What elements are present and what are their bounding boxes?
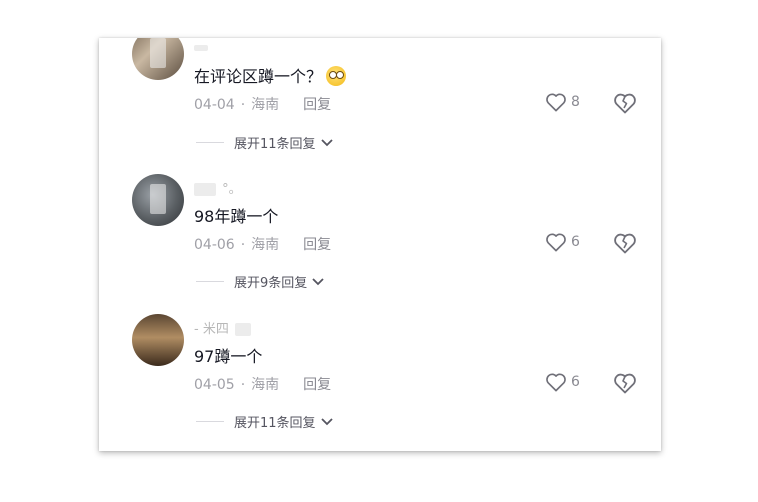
username[interactable] <box>194 40 210 55</box>
username[interactable]: - 米四 <box>194 318 253 337</box>
like-button[interactable]: 8 <box>545 92 580 112</box>
comment-meta: 04-06 · 海南 回复 <box>194 234 331 254</box>
comment-meta: 04-05 · 海南 回复 <box>194 374 331 394</box>
comment-text-content: 97蹲一个 <box>194 347 263 366</box>
avatar[interactable] <box>132 314 184 366</box>
chevron-down-icon <box>320 417 333 425</box>
expand-replies-label: 展开11条回复 <box>234 416 316 431</box>
username-text: - 米四 <box>194 322 229 337</box>
expand-replies-button[interactable]: 展开9条回复 <box>196 272 325 291</box>
broken-heart-icon <box>614 233 636 254</box>
expand-replies-label: 展开9条回复 <box>234 276 308 291</box>
dizzy-face-emoji-icon <box>326 66 347 86</box>
comment-text: 97蹲一个 <box>194 343 262 367</box>
dislike-button[interactable] <box>613 232 637 258</box>
like-count: 6 <box>571 374 580 390</box>
like-count: 6 <box>571 234 580 250</box>
heart-outline-icon <box>546 93 566 112</box>
expand-replies-button[interactable]: 展开11条回复 <box>196 133 334 152</box>
expand-replies-button[interactable]: 展开11条回复 <box>196 412 334 431</box>
comment-meta: 04-04 · 海南 回复 <box>194 94 331 114</box>
comment-text: 98年蹲一个 <box>194 203 278 227</box>
divider-line <box>196 142 224 143</box>
comment-text-content: 98年蹲一个 <box>194 207 279 226</box>
avatar[interactable] <box>132 38 184 80</box>
comment-date: 04-04 <box>194 97 235 113</box>
comment-location: 海南 <box>251 377 280 393</box>
dislike-button[interactable] <box>613 92 637 118</box>
comment-list: 在评论区蹲一个？ 04-04 · 海南 回复 8 展开11条回复 °。 98年蹲一个 … <box>99 38 661 451</box>
dislike-button[interactable] <box>613 372 637 398</box>
separator-dot: · <box>240 377 246 393</box>
heart-outline-icon <box>546 233 566 252</box>
divider-line <box>196 281 224 282</box>
comment-text-content: 在评论区蹲一个？ <box>194 67 323 86</box>
broken-heart-icon <box>614 93 636 114</box>
comment-date: 04-06 <box>194 237 235 253</box>
separator-dot: · <box>240 97 246 113</box>
like-count: 8 <box>571 94 580 110</box>
username[interactable]: °。 <box>194 178 242 197</box>
reply-button[interactable]: 回复 <box>303 377 331 393</box>
heart-outline-icon <box>546 373 566 392</box>
chevron-down-icon <box>312 277 324 285</box>
comment-location: 海南 <box>251 237 280 253</box>
expand-replies-label: 展开11条回复 <box>234 137 316 152</box>
like-button[interactable]: 6 <box>545 232 580 252</box>
separator-dot: · <box>240 237 246 253</box>
chevron-down-icon <box>320 138 333 146</box>
reply-button[interactable]: 回复 <box>303 237 331 253</box>
comment-location: 海南 <box>251 97 280 113</box>
avatar[interactable] <box>132 174 184 226</box>
comment-date: 04-05 <box>194 377 235 393</box>
like-button[interactable]: 6 <box>545 372 580 392</box>
username-text: °。 <box>222 182 242 197</box>
broken-heart-icon <box>614 373 636 394</box>
comment-text: 在评论区蹲一个？ <box>194 63 347 87</box>
divider-line <box>196 421 224 422</box>
reply-button[interactable]: 回复 <box>303 97 331 113</box>
